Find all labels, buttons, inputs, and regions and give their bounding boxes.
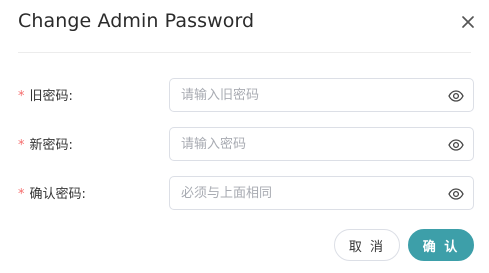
old-password-input[interactable] [181,79,431,111]
required-mark: * [18,138,25,153]
new-password-row: * 新密码: [0,127,489,161]
confirm-password-field[interactable] [169,176,474,210]
eye-icon[interactable] [448,186,464,202]
dialog-header: Change Admin Password [0,0,489,53]
cancel-button[interactable]: 取 消 [334,229,400,261]
confirm-password-label: * 确认密码: [18,183,86,202]
old-password-label: * 旧密码: [18,85,73,104]
confirm-password-input[interactable] [181,177,431,209]
new-password-field[interactable] [169,127,474,161]
confirm-button[interactable]: 确 认 [408,229,474,261]
header-divider [18,52,471,53]
new-password-label-text: 新密码: [29,138,73,153]
new-password-label: * 新密码: [18,134,73,153]
old-password-row: * 旧密码: [0,78,489,112]
eye-icon[interactable] [448,88,464,104]
confirm-password-row: * 确认密码: [0,176,489,210]
confirm-password-label-text: 确认密码: [29,187,86,202]
old-password-field[interactable] [169,78,474,112]
close-icon[interactable] [461,14,475,28]
dialog-title: Change Admin Password [18,10,255,32]
old-password-label-text: 旧密码: [29,89,73,104]
new-password-input[interactable] [181,128,431,160]
change-password-dialog: Change Admin Password * 旧密码: * 新密码: * 确认… [0,0,489,273]
eye-icon[interactable] [448,137,464,153]
required-mark: * [18,89,25,104]
required-mark: * [18,187,25,202]
